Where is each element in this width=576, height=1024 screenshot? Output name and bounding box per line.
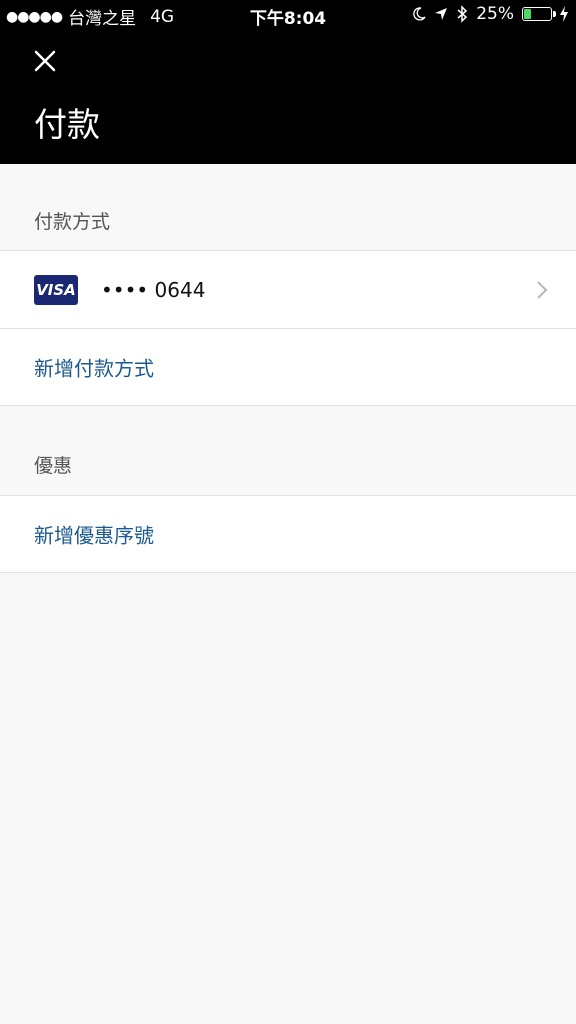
payment-card-row[interactable]: VISA •••• 0644 (0, 250, 576, 328)
chevron-right-icon (537, 280, 548, 299)
add-promo-code-row[interactable]: 新增優惠序號 (0, 495, 576, 573)
battery-cap (553, 11, 556, 17)
close-button[interactable] (30, 46, 60, 76)
close-icon (34, 50, 56, 72)
status-bar: ●●●●● 台灣之星 4G 下午8:04 25% (0, 0, 576, 30)
battery-icon (522, 7, 556, 21)
add-payment-method-link[interactable]: 新增付款方式 (34, 353, 154, 382)
promotions-label: 優惠 (34, 455, 73, 477)
bluetooth-icon (457, 5, 468, 23)
location-arrow-icon (435, 8, 448, 20)
card-number: •••• 0644 (101, 277, 206, 302)
page-title: 付款 (34, 105, 100, 144)
visa-logo: VISA (34, 275, 78, 305)
payment-methods-label: 付款方式 (34, 211, 111, 233)
promotions-section-header: 優惠 (0, 408, 576, 494)
app-header: ●●●●● 台灣之星 4G 下午8:04 25% 付款 (0, 0, 576, 164)
battery-percent: 25% (476, 4, 514, 24)
add-payment-method-row[interactable]: 新增付款方式 (0, 328, 576, 406)
status-right: 25% (412, 4, 568, 24)
charging-bolt-icon (560, 6, 568, 22)
add-promo-code-link[interactable]: 新增優惠序號 (34, 520, 154, 549)
battery-level (524, 9, 531, 19)
payment-methods-section-header: 付款方式 (0, 164, 576, 250)
moon-icon (413, 7, 426, 21)
